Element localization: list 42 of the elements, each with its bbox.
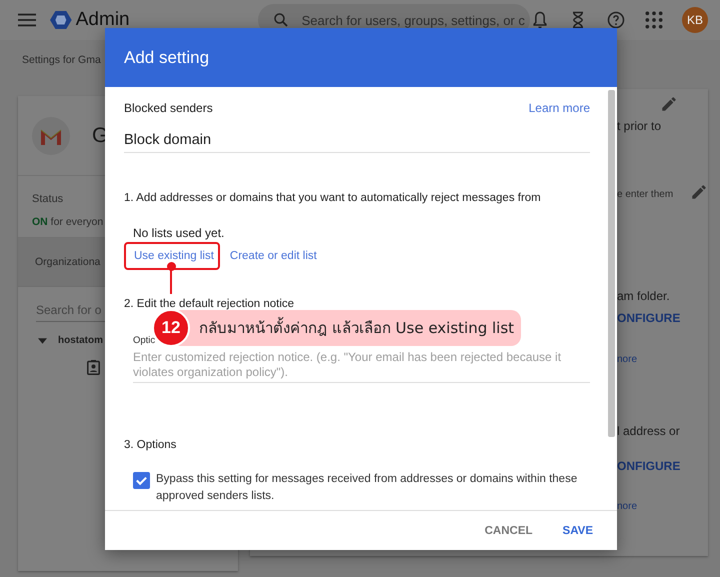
- configure-link[interactable]: ONFIGURE: [617, 459, 680, 473]
- mail-logo-icon: [32, 116, 70, 154]
- menu-icon[interactable]: [18, 13, 36, 27]
- description-text: am folder.: [617, 289, 670, 303]
- description-text: l address or: [617, 424, 680, 438]
- hexagon-logo-icon: [50, 8, 72, 32]
- hint-text: e enter them: [617, 189, 674, 200]
- pencil-icon[interactable]: [660, 95, 678, 113]
- empty-note: No lists used yet.: [133, 226, 226, 240]
- org-units-label: Organizationa: [35, 256, 100, 268]
- dialog-title: Add setting: [124, 48, 210, 68]
- leader-line: [167, 262, 176, 294]
- status-label: Status: [32, 193, 64, 205]
- save-button[interactable]: SAVE: [552, 516, 603, 544]
- check-icon: [135, 474, 148, 487]
- scrollbar-thumb[interactable]: [608, 90, 615, 437]
- caret-icon[interactable]: [38, 338, 47, 344]
- section-heading: 3. Options: [124, 438, 178, 452]
- learn-more-link[interactable]: nore: [617, 501, 638, 512]
- name-field[interactable]: Block domain: [124, 131, 590, 153]
- app-title: Admin: [76, 10, 130, 30]
- learn-more-link[interactable]: Learn more: [528, 101, 590, 116]
- option-label: Bypass this setting for messages received from addresses or domains within these approved senders lists.: [156, 472, 578, 504]
- search-icon: [272, 11, 290, 29]
- contact-card-icon: [87, 360, 100, 375]
- user-avatar[interactable]: KB: [682, 7, 708, 33]
- section-heading: 1. Add addresses or domains that you want to automatically reject messages from: [124, 191, 542, 205]
- description-text: t prior to: [617, 119, 662, 133]
- checkbox[interactable]: [133, 472, 150, 489]
- breadcrumb[interactable]: Settings for Gma: [22, 54, 101, 67]
- list-link[interactable]: Create or edit list: [220, 242, 323, 270]
- pencil-icon[interactable]: [690, 183, 708, 201]
- apps-grid-icon[interactable]: [644, 10, 664, 30]
- rejection-notice-field[interactable]: Enter customized rejection notice. (e.g. "Your email has been rejected because it violates organization policy").: [133, 350, 590, 383]
- status-value: ON for everyon: [32, 216, 104, 228]
- help-icon[interactable]: [606, 10, 626, 30]
- tree-item[interactable]: hostatom: [58, 335, 103, 346]
- configure-link[interactable]: ONFIGURE: [617, 311, 680, 325]
- learn-more-link[interactable]: nore: [617, 354, 638, 365]
- section-label: Blocked senders: [124, 101, 213, 116]
- cancel-button[interactable]: CANCEL: [474, 516, 543, 544]
- section-heading: 2. Edit the default rejection notice: [124, 297, 296, 311]
